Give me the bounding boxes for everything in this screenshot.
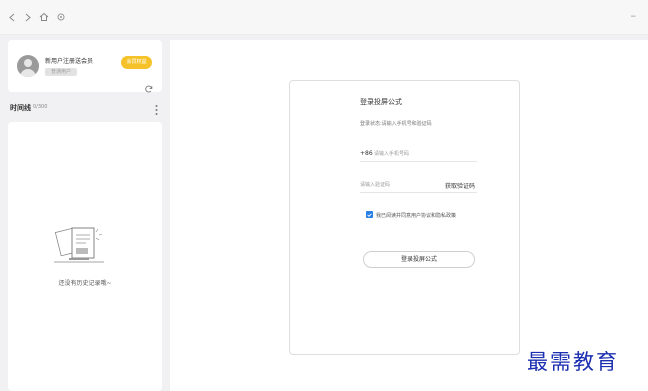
agree-checkbox[interactable] [366, 211, 373, 218]
minimize-button[interactable]: – [631, 9, 637, 22]
member-badge[interactable]: 会员权益 [121, 56, 152, 69]
country-code[interactable]: +86 [360, 150, 373, 157]
home-icon[interactable] [38, 11, 50, 23]
user-avatar-icon[interactable] [17, 55, 39, 77]
agreement-text[interactable]: 我已阅读并同意用户协议和隐私政策 [376, 212, 456, 219]
empty-history-text: 还没有历史记录哦~ [58, 280, 112, 287]
checkmark-icon [367, 212, 372, 217]
promo-title[interactable]: 新用户注册送会员 [45, 56, 93, 65]
code-field: 获取验证码 [360, 178, 477, 193]
verification-code-input[interactable] [360, 179, 430, 190]
empty-history-illustration [52, 224, 106, 270]
login-status: 登录状态:请输入手机号和验证码 [360, 121, 432, 127]
back-icon[interactable] [6, 11, 18, 23]
phone-field: +86 [360, 147, 477, 162]
forward-icon[interactable] [22, 11, 34, 23]
get-code-button[interactable]: 获取验证码 [445, 181, 475, 190]
phone-input[interactable] [374, 148, 474, 159]
user-level-pill: 普通用户 [45, 68, 77, 76]
login-button[interactable]: 登录投屏公式 [363, 251, 475, 268]
top-toolbar: – [0, 0, 648, 35]
login-title: 登录投屏公式 [360, 98, 402, 106]
kebab-menu-icon[interactable] [155, 101, 158, 115]
timeline-count: 0/300 [33, 104, 48, 110]
watermark-text: 最需教育 [527, 350, 619, 374]
gear-icon[interactable] [55, 11, 67, 23]
refresh-icon[interactable] [145, 78, 153, 93]
timeline-title: 时间线 [10, 104, 31, 112]
